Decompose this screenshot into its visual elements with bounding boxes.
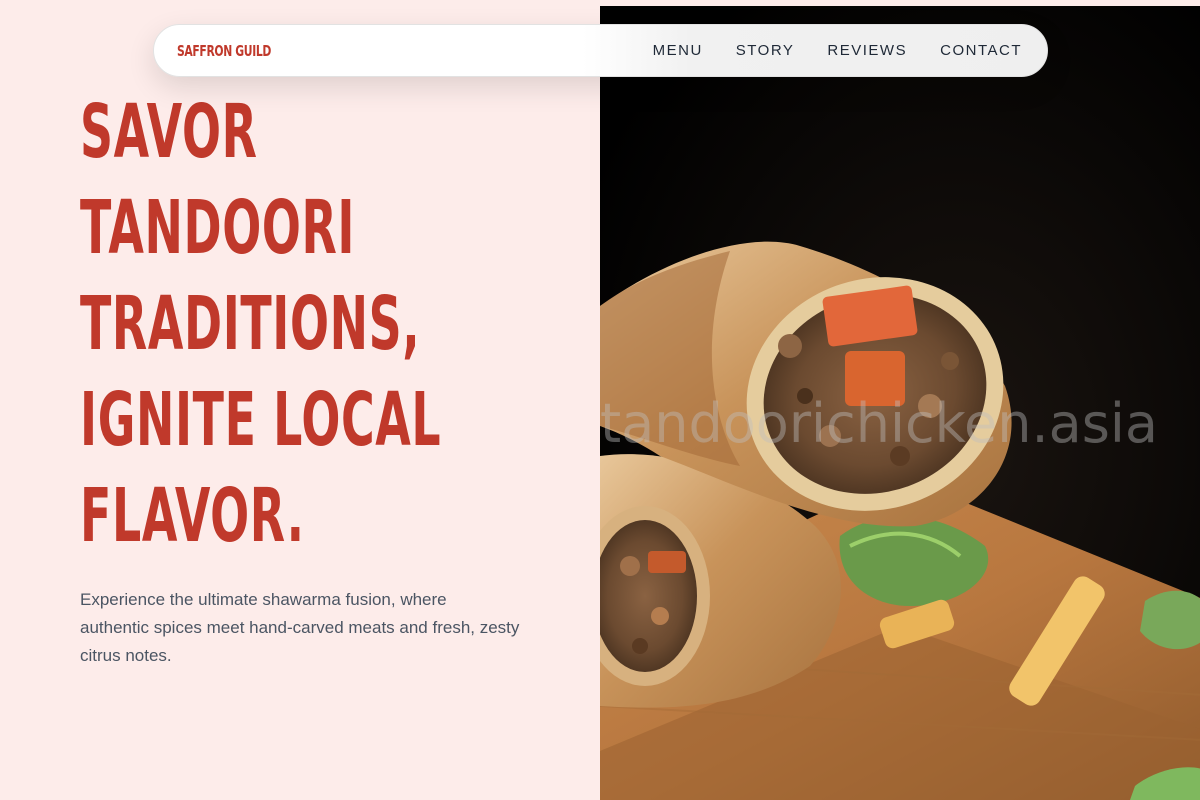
hero-title-line: FLAVOR. [80,473,305,559]
hero-image: tandoorichicken.asia [600,6,1200,800]
hero-title-line: TRADITIONS, [80,281,421,367]
top-navigation: SAFFRON GUILD MENU STORY REVIEWS CONTACT [153,24,1048,77]
nav-link-contact[interactable]: CONTACT [940,42,1022,59]
nav-links: MENU STORY REVIEWS CONTACT [653,42,1022,59]
nav-link-story[interactable]: STORY [736,42,795,59]
hero-description: Experience the ultimate shawarma fusion,… [80,590,520,665]
hero-title: SAVOR TANDOORI TRADITIONS, IGNITE LOCAL … [80,84,442,564]
nav-link-reviews[interactable]: REVIEWS [827,42,907,59]
nav-link-menu[interactable]: MENU [653,42,703,59]
hero-title-line: IGNITE LOCAL [80,377,442,463]
hero-title-line: SAVOR [80,89,258,175]
brand-logo[interactable]: SAFFRON GUILD [177,42,271,60]
hero-section: SAVOR TANDOORI TRADITIONS, IGNITE LOCAL … [0,0,600,800]
hero-title-line: TANDOORI [80,185,356,271]
image-watermark: tandoorichicken.asia [600,392,1158,455]
